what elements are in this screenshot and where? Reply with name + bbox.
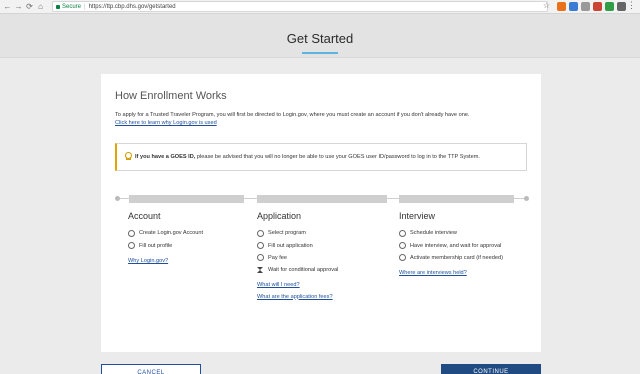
cancel-button[interactable]: CANCEL bbox=[101, 364, 201, 374]
step-item: Schedule interview bbox=[399, 227, 503, 239]
enrollment-card: How Enrollment Works To apply for a Trus… bbox=[101, 74, 541, 352]
step-label: Have interview, and wait for approval bbox=[410, 242, 502, 249]
extension-icon[interactable] bbox=[605, 2, 614, 11]
lightbulb-icon bbox=[125, 152, 132, 160]
progress-segment-interview bbox=[399, 195, 514, 203]
step-item: Fill out profile bbox=[128, 239, 203, 251]
page-header: Get Started bbox=[0, 14, 640, 58]
browser-menu-icon[interactable]: ⋮ bbox=[627, 0, 636, 11]
step-item: Wait for conditional approval bbox=[257, 264, 338, 276]
circle-icon bbox=[128, 242, 135, 250]
circle-icon bbox=[128, 229, 135, 237]
step-item: Have interview, and wait for approval bbox=[399, 239, 503, 251]
forward-icon[interactable]: → bbox=[13, 1, 24, 13]
application-column: Application Select program Fill out appl… bbox=[257, 211, 338, 300]
account-column: Account Create Login.gov Account Fill ou… bbox=[128, 211, 203, 264]
continue-button[interactable]: CONTINUE bbox=[441, 364, 541, 374]
step-label: Schedule interview bbox=[410, 230, 457, 237]
step-label: Select program bbox=[268, 230, 306, 237]
progress-segment-account bbox=[129, 195, 244, 203]
extension-icon[interactable] bbox=[617, 2, 626, 11]
lock-icon bbox=[56, 4, 60, 9]
alert-text: please be advised that you will no longe… bbox=[195, 154, 480, 160]
circle-icon bbox=[399, 229, 406, 237]
column-title: Interview bbox=[399, 211, 436, 221]
step-item: Activate membership card (if needed) bbox=[399, 252, 503, 264]
interview-locations-link[interactable]: Where are interviews held? bbox=[399, 270, 503, 276]
hourglass-icon bbox=[257, 266, 264, 274]
goes-id-alert: If you have a GOES ID, please be advised… bbox=[115, 143, 527, 171]
extension-icon[interactable] bbox=[581, 2, 590, 11]
circle-icon bbox=[257, 229, 264, 237]
alert-bold-text: If you have a GOES ID, bbox=[135, 154, 196, 160]
home-icon[interactable]: ⌂ bbox=[35, 1, 46, 13]
circle-icon bbox=[257, 242, 264, 250]
extension-icon[interactable] bbox=[569, 2, 578, 11]
step-label: Wait for conditional approval bbox=[268, 267, 339, 274]
step-item: Fill out application bbox=[257, 239, 338, 251]
column-title: Account bbox=[128, 211, 161, 221]
url-text: https://ttp.cbp.dhs.gov/getstarted bbox=[88, 3, 176, 10]
column-title: Application bbox=[257, 211, 302, 221]
reload-icon[interactable]: ⟳ bbox=[24, 1, 35, 13]
application-fees-link[interactable]: What are the application fees? bbox=[257, 294, 338, 300]
circle-icon bbox=[399, 242, 406, 250]
why-login-gov-link[interactable]: Why Login.gov? bbox=[128, 258, 203, 264]
step-item: Select program bbox=[257, 227, 338, 239]
step-item: Create Login.gov Account bbox=[128, 227, 203, 239]
progress-end-dot bbox=[524, 196, 529, 201]
intro-text: To apply for a Trusted Traveler Program,… bbox=[115, 112, 470, 118]
address-separator: | bbox=[84, 3, 86, 10]
interview-column: Interview Schedule interview Have interv… bbox=[399, 211, 503, 276]
login-gov-info-link[interactable]: Click here to learn why Login.gov is use… bbox=[115, 120, 217, 126]
circle-icon bbox=[257, 254, 264, 262]
step-label: Fill out profile bbox=[139, 242, 173, 249]
step-label: Activate membership card (if needed) bbox=[410, 254, 503, 261]
page-title: Get Started bbox=[286, 31, 354, 46]
secure-label: Secure bbox=[62, 3, 82, 10]
extension-icon[interactable] bbox=[593, 2, 602, 11]
step-label: Create Login.gov Account bbox=[139, 230, 204, 237]
progress-segment-application bbox=[257, 195, 387, 203]
browser-toolbar: ← → ⟳ ⌂ Secure | https://ttp.cbp.dhs.gov… bbox=[0, 0, 640, 14]
step-item: Pay fee bbox=[257, 252, 338, 264]
title-underline bbox=[302, 52, 338, 54]
circle-icon bbox=[399, 254, 406, 262]
step-label: Fill out application bbox=[268, 242, 313, 249]
address-bar[interactable]: Secure | https://ttp.cbp.dhs.gov/getstar… bbox=[52, 1, 548, 12]
bookmark-star-icon[interactable]: ☆ bbox=[543, 1, 550, 10]
back-icon[interactable]: ← bbox=[2, 1, 13, 13]
section-heading: How Enrollment Works bbox=[115, 90, 227, 102]
step-label: Pay fee bbox=[268, 254, 287, 261]
progress-start-dot bbox=[115, 196, 120, 201]
what-will-i-need-link[interactable]: What will I need? bbox=[257, 282, 338, 288]
extension-icon[interactable] bbox=[557, 2, 566, 11]
